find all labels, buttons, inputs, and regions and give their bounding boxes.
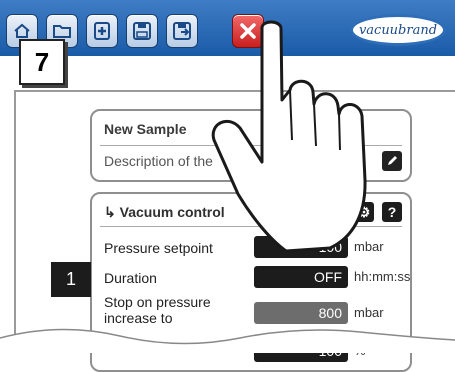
duration-unit: hh:mm:ss xyxy=(354,269,411,284)
pressure-setpoint-label: Pressure setpoint xyxy=(104,240,213,256)
subdirectory-arrow-icon: ↳ xyxy=(104,204,116,220)
help-button[interactable]: ? xyxy=(382,202,402,222)
new-button[interactable] xyxy=(86,14,118,48)
toolbar: vacuubrand xyxy=(0,0,455,56)
stop-pressure-unit: mbar xyxy=(354,305,384,320)
question-icon: ? xyxy=(387,204,397,220)
pressure-setpoint-field[interactable]: 100 xyxy=(254,236,348,258)
save-button[interactable] xyxy=(126,14,158,48)
percent-field[interactable]: 100 xyxy=(254,340,348,362)
divider xyxy=(100,226,402,227)
sample-name[interactable]: New Sample xyxy=(104,121,186,137)
pencil-icon xyxy=(388,156,397,165)
folder-icon xyxy=(53,25,71,38)
brand-logo: vacuubrand xyxy=(350,14,446,46)
new-document-icon xyxy=(94,22,110,40)
stop-on-pressure-label: Stop on pressure increase to xyxy=(104,294,211,326)
gear-icon: ⚙ xyxy=(357,203,371,220)
side-number-badge: 1 xyxy=(51,262,91,297)
description-field[interactable]: Description of the xyxy=(104,153,213,169)
pressure-setpoint-unit: mbar xyxy=(354,239,384,254)
divider xyxy=(14,90,455,92)
save-icon xyxy=(133,22,151,40)
vacuum-control-card: ↳ Vacuum control ⚙ ? Pressure setpoint 1… xyxy=(90,192,412,372)
percent-unit: % xyxy=(354,343,366,358)
sample-card: New Sample Description of the xyxy=(90,109,412,182)
step-number-badge: 7 xyxy=(19,39,65,85)
duration-label: Duration xyxy=(104,270,157,286)
settings-button[interactable]: ⚙ xyxy=(354,202,374,222)
save-as-icon xyxy=(173,22,191,40)
duration-field[interactable]: OFF xyxy=(254,266,348,288)
divider xyxy=(14,90,16,353)
home-icon xyxy=(14,23,30,38)
close-button[interactable] xyxy=(232,14,264,48)
save-as-button[interactable] xyxy=(166,14,198,48)
vacuum-control-title: ↳ Vacuum control xyxy=(104,204,225,220)
divider xyxy=(100,145,402,146)
close-icon xyxy=(240,23,256,39)
stop-pressure-field[interactable]: 800 xyxy=(254,302,348,324)
edit-button[interactable] xyxy=(382,151,402,171)
